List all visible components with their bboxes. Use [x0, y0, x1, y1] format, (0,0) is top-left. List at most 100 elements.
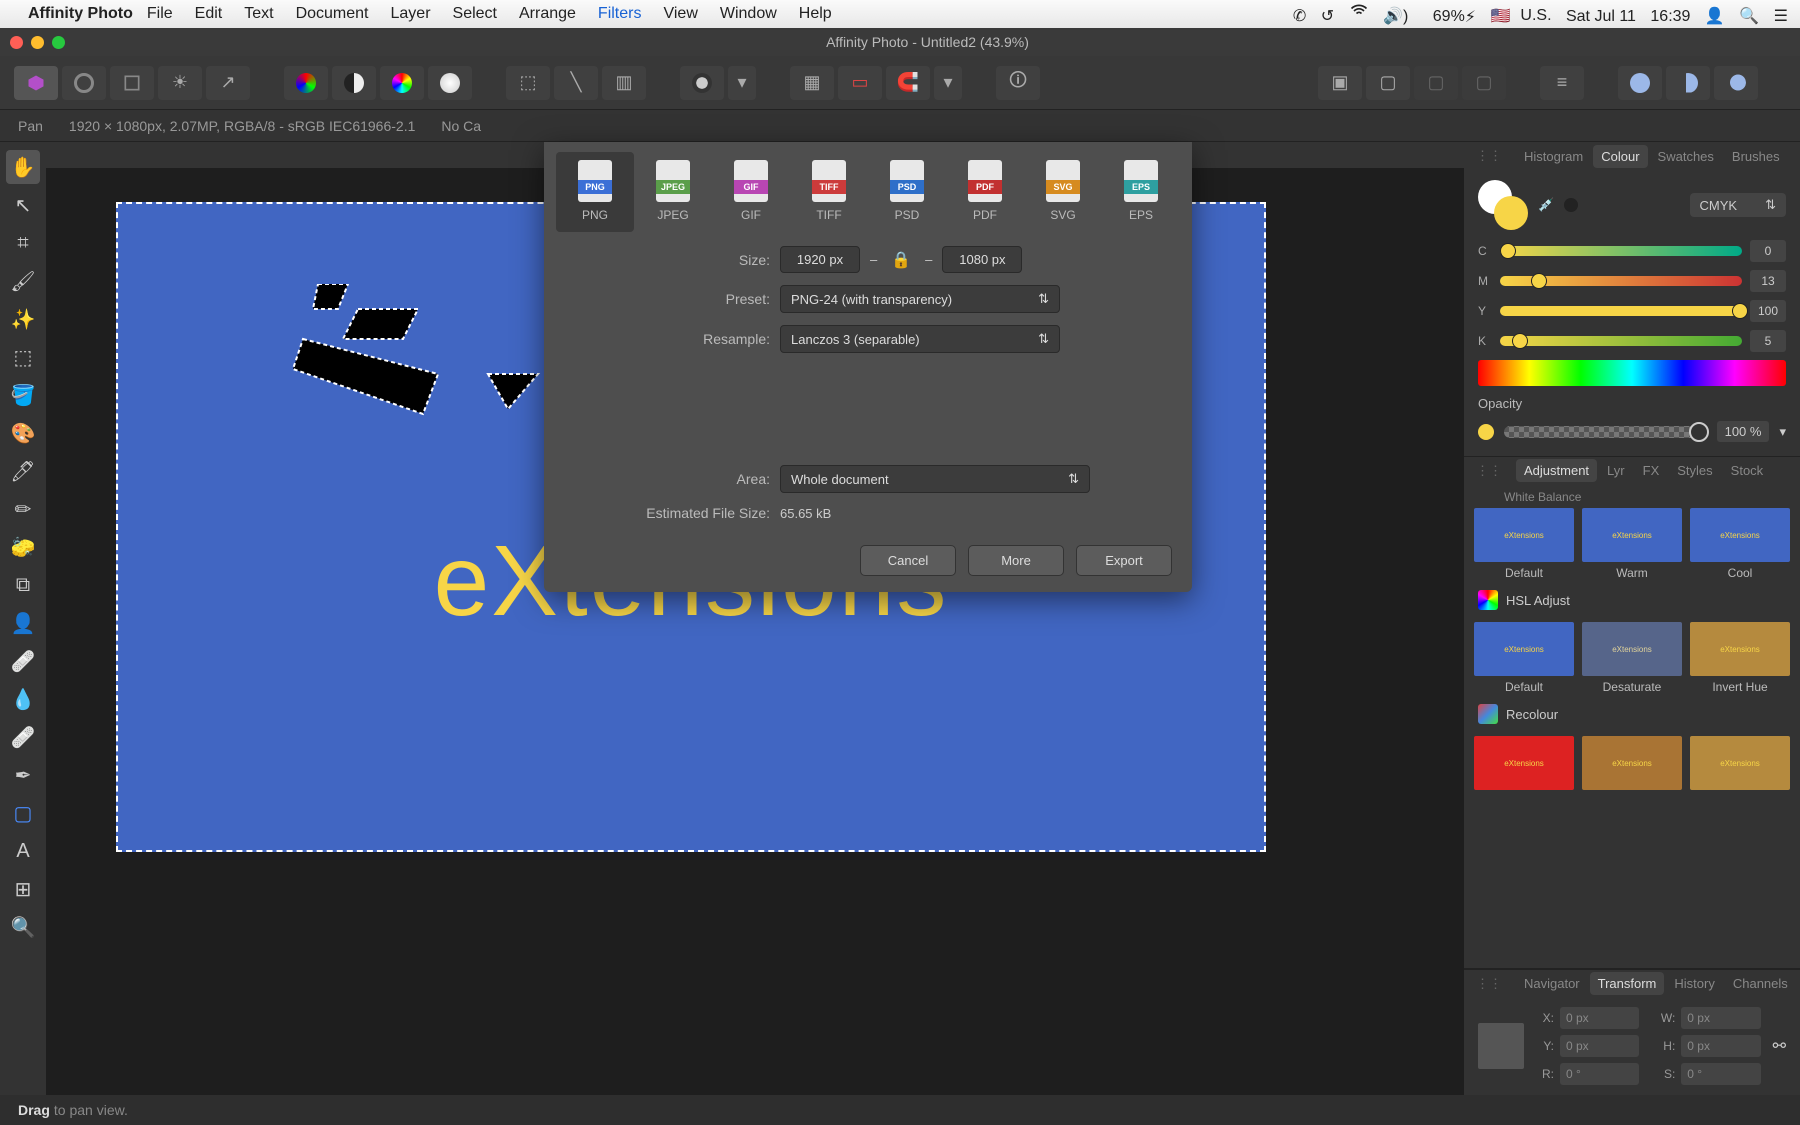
text-tool-icon[interactable]: A: [6, 834, 40, 868]
volume-icon[interactable]: 🔊): [1383, 6, 1408, 26]
zoom-window-icon[interactable]: [52, 36, 65, 49]
inpaint-tool-icon[interactable]: 👤: [6, 606, 40, 640]
tab-history[interactable]: History: [1666, 972, 1722, 995]
format-jpeg[interactable]: JPEGJPEG: [634, 152, 712, 232]
marquee-tool-icon[interactable]: ⬚: [6, 340, 40, 374]
transform-y[interactable]: [1560, 1035, 1639, 1057]
wand-tool-icon[interactable]: ✨: [6, 302, 40, 336]
toolbar-arrange-forward-icon[interactable]: ▢: [1366, 66, 1410, 100]
toolbar-intersect-icon[interactable]: [1714, 66, 1758, 100]
tab-brushes[interactable]: Brushes: [1724, 145, 1788, 168]
persona-tone[interactable]: ☀: [158, 66, 202, 100]
tab-channels[interactable]: Channels: [1725, 972, 1796, 995]
menu-help[interactable]: Help: [799, 5, 832, 23]
menu-text[interactable]: Text: [244, 5, 273, 23]
menu-select[interactable]: Select: [453, 5, 497, 23]
hand-tool-icon[interactable]: ✋: [6, 150, 40, 184]
toolbar-arrange-front-icon[interactable]: ▣: [1318, 66, 1362, 100]
tab-histogram[interactable]: Histogram: [1516, 145, 1591, 168]
cancel-button[interactable]: Cancel: [860, 545, 956, 576]
anchor-grid[interactable]: [1478, 1023, 1524, 1069]
secondary-swatch[interactable]: [1564, 198, 1578, 212]
transform-h[interactable]: [1681, 1035, 1760, 1057]
toolbar-grid-icon[interactable]: ▦: [790, 66, 834, 100]
toolbar-soft-icon[interactable]: [428, 66, 472, 100]
format-pdf[interactable]: PDFPDF: [946, 152, 1024, 232]
crop-tool-icon[interactable]: ⌗: [6, 226, 40, 260]
app-name[interactable]: Affinity Photo: [28, 5, 133, 23]
sync-icon[interactable]: ↺: [1321, 6, 1334, 26]
menu-window[interactable]: Window: [720, 5, 777, 23]
menu-layer[interactable]: Layer: [391, 5, 431, 23]
preset-wb-default[interactable]: eXtensionsDefault: [1474, 508, 1574, 580]
toolbar-snap-dropdown[interactable]: ▾: [934, 66, 962, 100]
heal-tool-icon[interactable]: 🩹: [6, 644, 40, 678]
toolbar-assistant-icon[interactable]: 🛈: [996, 66, 1040, 100]
foreground-swatch[interactable]: [1494, 196, 1528, 230]
slider-k[interactable]: K5: [1478, 330, 1786, 352]
preset-rc-3[interactable]: eXtensions: [1690, 736, 1790, 790]
menu-filters[interactable]: Filters: [598, 5, 642, 23]
export-height-input[interactable]: [942, 246, 1022, 273]
eraser-tool-icon[interactable]: 🧽: [6, 530, 40, 564]
toolbar-align-icon[interactable]: ▭: [838, 66, 882, 100]
tab-layers[interactable]: Lyr: [1599, 459, 1633, 482]
export-width-input[interactable]: [780, 246, 860, 273]
preset-hsl-default[interactable]: eXtensionsDefault: [1474, 622, 1574, 694]
toolbar-add-icon[interactable]: [1618, 66, 1662, 100]
slider-m[interactable]: M13: [1478, 270, 1786, 292]
toolbar-selection-icon[interactable]: ⬚: [506, 66, 550, 100]
menu-edit[interactable]: Edit: [195, 5, 223, 23]
link-icon[interactable]: ⚯: [1773, 1036, 1786, 1056]
tab-swatches[interactable]: Swatches: [1650, 145, 1722, 168]
tab-fx[interactable]: FX: [1635, 459, 1668, 482]
brush-tool-icon[interactable]: 🖌: [6, 264, 40, 298]
toolbar-channels-icon[interactable]: [284, 66, 328, 100]
panel-handle-icon[interactable]: ⋮⋮: [1468, 144, 1510, 168]
menu-icon[interactable]: ☰: [1774, 6, 1788, 26]
patch-tool-icon[interactable]: 🩹: [6, 720, 40, 754]
zoom-tool-icon[interactable]: 🔍: [6, 910, 40, 944]
pixel-tool-icon[interactable]: ✏: [6, 492, 40, 526]
slider-y[interactable]: Y100: [1478, 300, 1786, 322]
persona-export[interactable]: ↗: [206, 66, 250, 100]
area-select[interactable]: Whole document⇅: [780, 465, 1090, 493]
toolbar-quickmask-icon[interactable]: [680, 66, 724, 100]
menu-view[interactable]: View: [663, 5, 697, 23]
menu-arrange[interactable]: Arrange: [519, 5, 576, 23]
panel-menu-icon[interactable]: ≡: [1792, 145, 1800, 168]
format-svg[interactable]: SVGSVG: [1024, 152, 1102, 232]
preset-rc-2[interactable]: eXtensions: [1582, 736, 1682, 790]
export-button[interactable]: Export: [1076, 545, 1172, 576]
paint-tool-icon[interactable]: 🖊: [6, 454, 40, 488]
persona-photo[interactable]: [14, 66, 58, 100]
phone-icon[interactable]: ✆: [1293, 6, 1306, 26]
color-mode-select[interactable]: CMYK⇅: [1690, 193, 1786, 217]
toolbar-line-icon[interactable]: ╲: [554, 66, 598, 100]
opacity-dropdown-icon[interactable]: ▾: [1779, 424, 1786, 440]
toolbar-align2-icon[interactable]: ≡: [1540, 66, 1584, 100]
transform-s[interactable]: [1681, 1063, 1760, 1085]
toolbar-dropdown[interactable]: ▾: [728, 66, 756, 100]
toolbar-color-icon[interactable]: [380, 66, 424, 100]
traffic-lights[interactable]: [10, 36, 65, 49]
user-icon[interactable]: 👤: [1705, 6, 1725, 26]
format-eps[interactable]: EPSEPS: [1102, 152, 1180, 232]
toolbar-crop-icon[interactable]: ▥: [602, 66, 646, 100]
menu-file[interactable]: File: [147, 5, 173, 23]
more-button[interactable]: More: [968, 545, 1064, 576]
move-tool-icon[interactable]: ↖: [6, 188, 40, 222]
preset-rc-1[interactable]: eXtensions: [1474, 736, 1574, 790]
recolour-title[interactable]: Recolour: [1506, 707, 1558, 722]
flood-tool-icon[interactable]: 🪣: [6, 378, 40, 412]
menu-document[interactable]: Document: [296, 5, 369, 23]
format-gif[interactable]: GIFGIF: [712, 152, 790, 232]
toolbar-subtract-icon[interactable]: [1666, 66, 1710, 100]
transform-w[interactable]: [1681, 1007, 1760, 1029]
tab-colour[interactable]: Colour: [1593, 145, 1647, 168]
tab-styles[interactable]: Styles: [1669, 459, 1720, 482]
blur-tool-icon[interactable]: 💧: [6, 682, 40, 716]
wifi-icon[interactable]: [1349, 1, 1369, 21]
resample-select[interactable]: Lanczos 3 (separable)⇅: [780, 325, 1060, 353]
format-psd[interactable]: PSDPSD: [868, 152, 946, 232]
